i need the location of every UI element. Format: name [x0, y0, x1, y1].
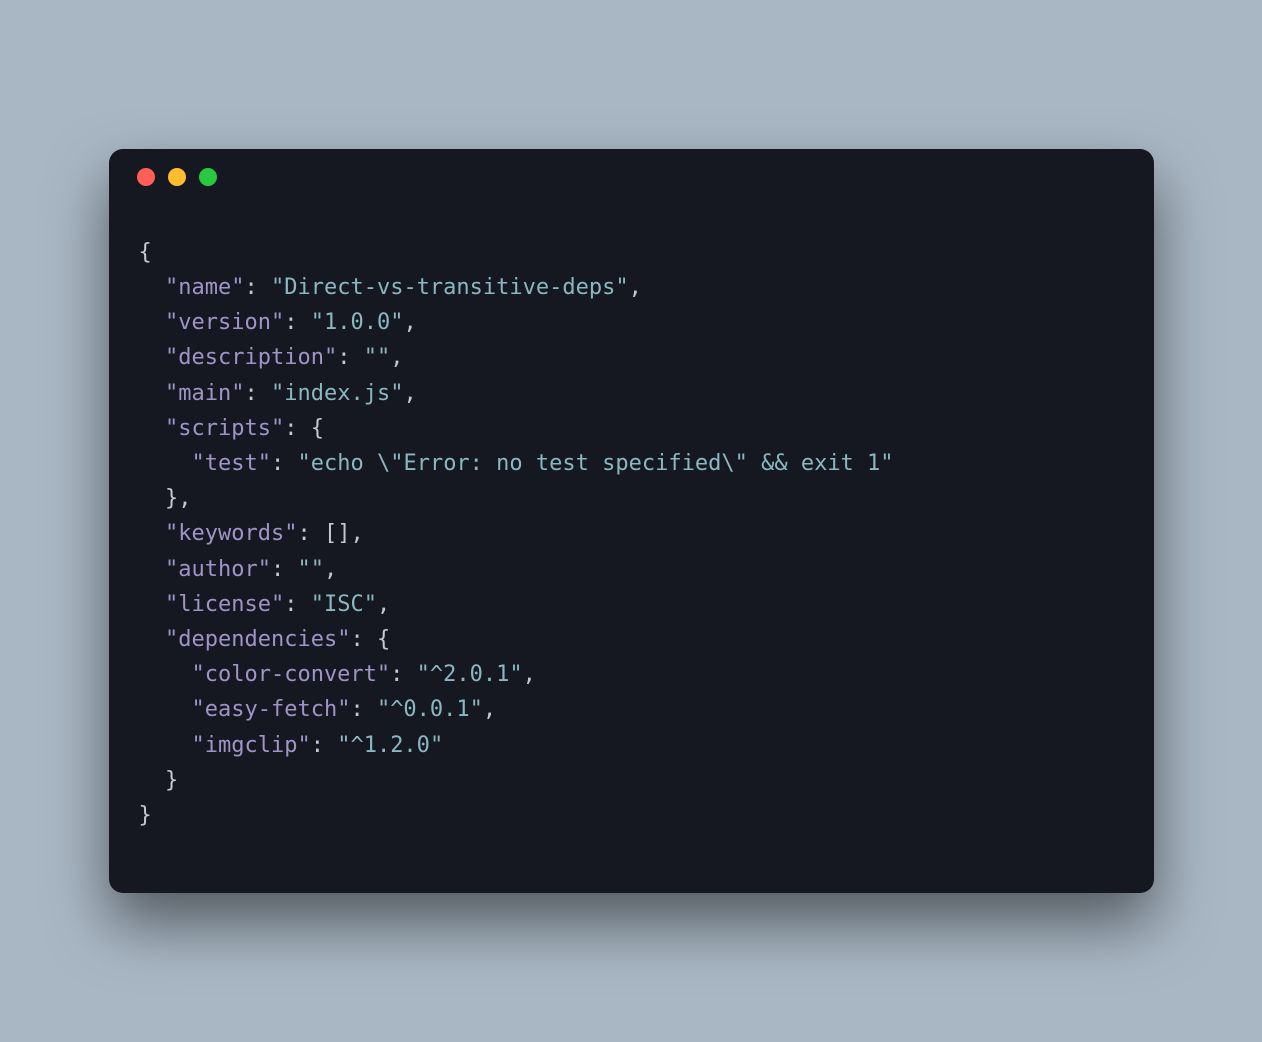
json-val-name: "Direct-vs-transitive-deps" — [271, 275, 629, 300]
code-window: { "name": "Direct-vs-transitive-deps", "… — [109, 149, 1154, 893]
json-key-version: "version" — [165, 310, 284, 335]
json-key-main: "main" — [165, 381, 244, 406]
json-val-test: "echo \"Error: no test specified\" && ex… — [297, 451, 893, 476]
window-titlebar — [109, 149, 1154, 205]
brace-close: } — [139, 803, 152, 828]
json-key-description: "description" — [165, 345, 337, 370]
json-val-dep3: "^1.2.0" — [337, 733, 443, 758]
zoom-icon[interactable] — [199, 168, 217, 186]
json-key-dep1: "color-convert" — [191, 662, 390, 687]
close-icon[interactable] — [137, 168, 155, 186]
json-key-license: "license" — [165, 592, 284, 617]
json-val-version: "1.0.0" — [311, 310, 404, 335]
json-key-keywords: "keywords" — [165, 521, 297, 546]
json-key-author: "author" — [165, 557, 271, 582]
code-block: { "name": "Direct-vs-transitive-deps", "… — [109, 205, 1154, 833]
json-val-author: "" — [297, 557, 324, 582]
brace-open: { — [139, 240, 152, 265]
minimize-icon[interactable] — [168, 168, 186, 186]
json-key-test: "test" — [191, 451, 270, 476]
json-key-scripts: "scripts" — [165, 416, 284, 441]
json-val-main: "index.js" — [271, 381, 403, 406]
json-val-dep1: "^2.0.1" — [417, 662, 523, 687]
json-key-name: "name" — [165, 275, 244, 300]
json-val-license: "ISC" — [311, 592, 377, 617]
json-key-dependencies: "dependencies" — [165, 627, 350, 652]
json-val-dep2: "^0.0.1" — [377, 697, 483, 722]
json-key-dep2: "easy-fetch" — [191, 697, 350, 722]
json-val-description: "" — [364, 345, 391, 370]
json-key-dep3: "imgclip" — [191, 733, 310, 758]
